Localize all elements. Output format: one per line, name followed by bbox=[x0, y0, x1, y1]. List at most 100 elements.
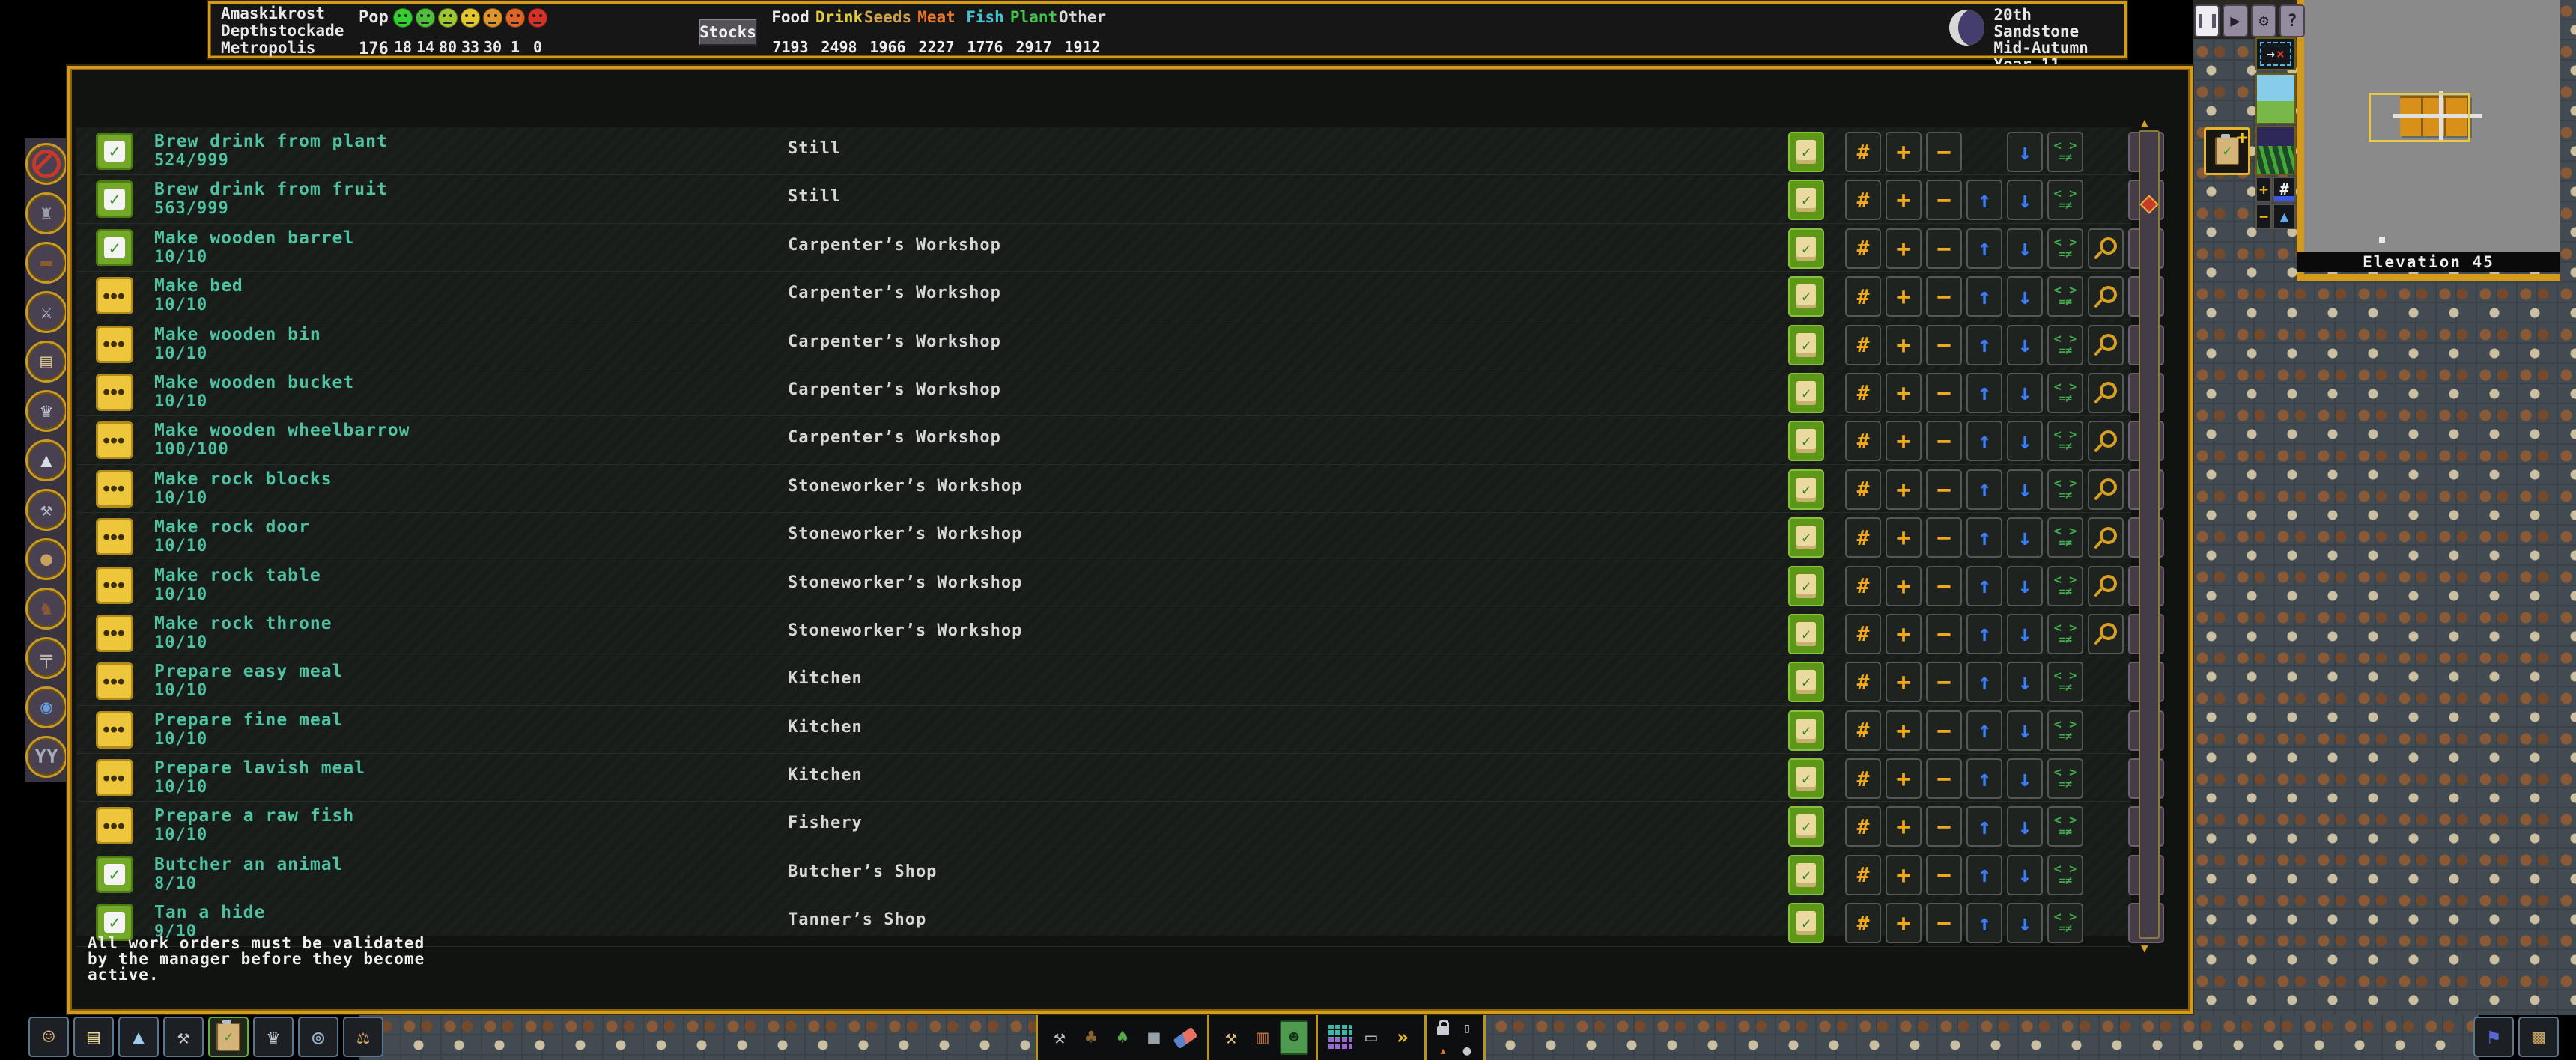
move-down-button[interactable]: ↓ bbox=[2007, 758, 2043, 799]
validate-order-button[interactable]: ✓ bbox=[1788, 373, 1824, 413]
validate-order-button[interactable]: ✓ bbox=[1788, 517, 1824, 558]
written-scroll-icon[interactable]: ▤ bbox=[25, 341, 67, 383]
move-up-button[interactable]: ↑ bbox=[1966, 662, 2002, 702]
zoom-out-button[interactable]: − bbox=[2255, 204, 2272, 229]
move-down-button[interactable]: ↓ bbox=[2007, 855, 2043, 895]
move-up-button[interactable]: ↑ bbox=[1966, 614, 2002, 654]
help-button[interactable]: ? bbox=[2279, 4, 2305, 37]
increase-amount-button[interactable]: + bbox=[1886, 421, 1922, 461]
world-map-button[interactable]: ▩ bbox=[2518, 1017, 2559, 1057]
decrease-amount-button[interactable]: − bbox=[1926, 517, 1962, 558]
forbidden-alert-icon[interactable] bbox=[25, 143, 67, 185]
increase-amount-button[interactable]: + bbox=[1886, 614, 1922, 654]
work-order-row[interactable]: ✓ ●●● Prepare easy meal 10/10 Kitchen ✓ … bbox=[76, 657, 2131, 705]
set-amount-button[interactable]: # bbox=[1845, 614, 1881, 654]
inspect-order-button[interactable] bbox=[2088, 421, 2124, 461]
set-amount-button[interactable]: # bbox=[1845, 517, 1881, 558]
hauling-routes-icon[interactable]: ▭ bbox=[1357, 1020, 1385, 1055]
inspect-order-button[interactable] bbox=[2088, 614, 2124, 654]
work-order-row[interactable]: ✓ ●●● Brew drink from fruit 563/999 Stil… bbox=[76, 175, 2131, 223]
set-amount-button[interactable]: # bbox=[1845, 180, 1881, 220]
increase-amount-button[interactable]: + bbox=[1886, 662, 1922, 702]
labor-button[interactable]: ⚒ bbox=[163, 1017, 204, 1057]
tasks-button[interactable]: ▤ bbox=[73, 1017, 114, 1057]
validate-order-button[interactable]: ✓ bbox=[1788, 325, 1824, 365]
justice-button[interactable]: ⚖ bbox=[343, 1017, 383, 1057]
validate-order-button[interactable]: ✓ bbox=[1788, 228, 1824, 269]
set-amount-button[interactable]: # bbox=[1845, 806, 1881, 847]
move-down-button[interactable]: ↓ bbox=[2007, 180, 2043, 220]
hauling-stockpile-icon[interactable]: ▥ bbox=[1248, 1020, 1277, 1055]
move-up-button[interactable]: ↑ bbox=[1966, 469, 2002, 510]
play-button[interactable]: ▶ bbox=[2223, 4, 2248, 37]
inspect-order-button[interactable] bbox=[2088, 373, 2124, 413]
work-order-row[interactable]: ✓ ●●● Make rock blocks 10/10 Stoneworker… bbox=[76, 465, 2131, 513]
erase-designation-icon[interactable] bbox=[1171, 1020, 1200, 1055]
work-order-row[interactable]: ✓ ●●● Make wooden bin 10/10 Carpenter’s … bbox=[76, 320, 2131, 368]
inspect-order-button[interactable] bbox=[2088, 276, 2124, 317]
burrows-icon[interactable]: ☻ bbox=[1280, 1020, 1308, 1055]
list-scrollbar[interactable]: ▲ ▼ bbox=[2139, 130, 2160, 939]
work-order-row[interactable]: ✓ ●●● Make wooden bucket 10/10 Carpenter… bbox=[76, 368, 2131, 416]
work-order-row[interactable]: ✓ ●●● Make bed 10/10 Carpenter’s Worksho… bbox=[76, 272, 2131, 320]
places-button[interactable]: ▲ bbox=[118, 1017, 159, 1057]
squads-button[interactable]: ⚑ bbox=[2473, 1017, 2514, 1057]
move-down-button[interactable]: ↓ bbox=[2007, 276, 2043, 317]
decrease-amount-button[interactable]: − bbox=[1926, 325, 1962, 365]
conditions-button[interactable]: < >=≠ bbox=[2047, 855, 2083, 895]
work-order-row[interactable]: ✓ ●●● Butcher an animal 8/10 Butcher’s S… bbox=[76, 850, 2131, 898]
work-order-row[interactable]: ✓ ●●● Make rock door 10/10 Stoneworker’s… bbox=[76, 513, 2131, 561]
mountain-sun-icon[interactable]: ▲ bbox=[25, 439, 67, 481]
inspect-order-button[interactable] bbox=[2088, 566, 2124, 606]
inspect-order-button[interactable] bbox=[2088, 325, 2124, 365]
increase-amount-button[interactable]: + bbox=[1886, 710, 1922, 751]
validate-order-button[interactable]: ✓ bbox=[1788, 806, 1824, 847]
minimap[interactable] bbox=[2304, 0, 2560, 252]
work-orders-button[interactable]: ✓ bbox=[208, 1017, 249, 1057]
cavern-view-button[interactable] bbox=[2255, 126, 2296, 175]
move-up-button[interactable]: ↑ bbox=[1966, 180, 2002, 220]
chop-trees-icon[interactable]: ♣ bbox=[1077, 1020, 1105, 1055]
validate-order-button[interactable]: ✓ bbox=[1788, 276, 1824, 317]
conditions-button[interactable]: < >=≠ bbox=[2047, 132, 2083, 172]
move-down-button[interactable]: ↓ bbox=[2007, 517, 2043, 558]
move-up-button[interactable]: ↑ bbox=[1966, 325, 2002, 365]
increase-amount-button[interactable]: + bbox=[1886, 758, 1922, 799]
increase-amount-button[interactable]: + bbox=[1886, 806, 1922, 847]
increase-amount-button[interactable]: + bbox=[1886, 903, 1922, 943]
cancel-follow-button[interactable]: → × bbox=[2255, 37, 2296, 70]
weapon-scabbard-icon[interactable]: ▬ bbox=[25, 242, 67, 284]
increase-amount-button[interactable]: + bbox=[1886, 180, 1922, 220]
conditions-button[interactable]: < >=≠ bbox=[2047, 469, 2083, 510]
move-down-button[interactable]: ↓ bbox=[2007, 662, 2043, 702]
conditions-button[interactable]: < >=≠ bbox=[2047, 614, 2083, 654]
conditions-button[interactable]: < >=≠ bbox=[2047, 421, 2083, 461]
creatures-button[interactable]: ☺ bbox=[28, 1017, 69, 1057]
inspect-order-button[interactable] bbox=[2088, 228, 2124, 269]
mining-pickaxe-icon[interactable]: ⚒ bbox=[1045, 1020, 1074, 1055]
work-order-row[interactable]: ✓ ●●● Make rock table 10/10 Stoneworker’… bbox=[76, 561, 2131, 609]
levels-button[interactable]: # bbox=[2273, 177, 2296, 202]
forbid-lock-icon[interactable] bbox=[1434, 1019, 1452, 1037]
move-down-button[interactable]: ↓ bbox=[2007, 228, 2043, 269]
move-down-button[interactable]: ↓ bbox=[2007, 469, 2043, 510]
move-up-button[interactable]: ↑ bbox=[1966, 276, 2002, 317]
crown-alert-icon[interactable]: ♛ bbox=[25, 390, 67, 432]
validate-order-button[interactable]: ✓ bbox=[1788, 855, 1824, 895]
move-down-button[interactable]: ↓ bbox=[2007, 132, 2043, 172]
move-up-button[interactable]: ↑ bbox=[1966, 903, 2002, 943]
set-amount-button[interactable]: # bbox=[1845, 469, 1881, 510]
pacifier-icon[interactable]: ◉ bbox=[25, 686, 67, 728]
conditions-button[interactable]: < >=≠ bbox=[2047, 662, 2083, 702]
decrease-amount-button[interactable]: − bbox=[1926, 903, 1962, 943]
set-amount-button[interactable]: # bbox=[1845, 276, 1881, 317]
decrease-amount-button[interactable]: − bbox=[1926, 710, 1962, 751]
decrease-amount-button[interactable]: − bbox=[1926, 614, 1962, 654]
scroll-up-icon[interactable]: ▲ bbox=[2141, 115, 2148, 130]
decrease-amount-button[interactable]: − bbox=[1926, 806, 1962, 847]
statue-alert-icon[interactable]: ♜ bbox=[25, 192, 67, 234]
move-down-button[interactable]: ↓ bbox=[2007, 325, 2043, 365]
decrease-amount-button[interactable]: − bbox=[1926, 228, 1962, 269]
set-amount-button[interactable]: # bbox=[1845, 421, 1881, 461]
smooth-stone-icon[interactable]: ■ bbox=[1140, 1020, 1168, 1055]
